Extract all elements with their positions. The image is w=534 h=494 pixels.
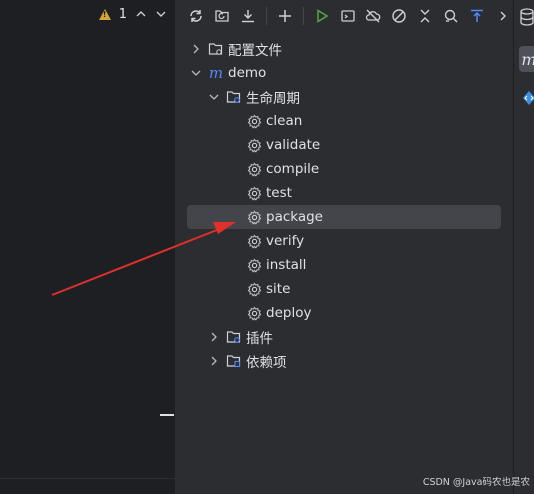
tree-item-label: 配置文件	[228, 43, 282, 59]
tree-item-profiles[interactable]: 配置文件	[190, 37, 282, 61]
run-icon[interactable]	[312, 6, 332, 26]
maven-tool-window: 配置文件 m demo 生命周期 clean validate compile …	[176, 0, 513, 494]
warning-count: 1	[118, 6, 127, 22]
database-icon[interactable]	[520, 8, 534, 26]
chevron-up-icon[interactable]	[135, 8, 147, 20]
toolbar-separator	[302, 7, 304, 25]
tree-item-goal-selected[interactable]: package	[246, 205, 323, 229]
gear-icon	[246, 257, 262, 273]
tree-item-goal[interactable]: compile	[246, 157, 319, 181]
tree-item-label: 生命周期	[246, 91, 300, 107]
tree-item-label: package	[266, 209, 323, 225]
download-icon[interactable]	[238, 6, 258, 26]
tree-item-label: 依赖项	[246, 355, 287, 371]
chevron-down-icon[interactable]	[190, 67, 202, 79]
tree-item-project[interactable]: m demo	[190, 61, 266, 85]
gear-icon	[246, 209, 262, 225]
tree-item-label: test	[266, 185, 292, 201]
generate-sources-icon[interactable]	[212, 6, 232, 26]
maven-tool-button[interactable]: m	[519, 46, 534, 72]
chevron-right-icon[interactable]	[208, 331, 220, 343]
reload-icon[interactable]	[186, 6, 206, 26]
maven-toolbar	[176, 0, 513, 32]
folder-library-icon	[226, 353, 242, 369]
inspection-widget[interactable]: 1	[98, 4, 167, 24]
maven-m-icon: m	[208, 64, 224, 82]
tree-item-plugins[interactable]: 插件	[208, 325, 273, 349]
gear-icon	[246, 161, 262, 177]
show-diagram-icon[interactable]	[467, 6, 487, 26]
tree-item-label: 插件	[246, 331, 273, 347]
ai-assistant-icon[interactable]	[522, 90, 534, 106]
right-tool-strip: m	[513, 0, 534, 494]
maven-m-icon: m	[521, 50, 534, 69]
folder-gear-icon	[226, 89, 242, 105]
tree-item-dependencies[interactable]: 依赖项	[208, 349, 287, 373]
chevron-right-icon[interactable]	[208, 355, 220, 367]
tree-item-label: validate	[266, 137, 321, 153]
editor-bottom-bar	[0, 478, 175, 494]
gear-icon	[246, 281, 262, 297]
tree-item-goal[interactable]: deploy	[246, 301, 311, 325]
chevron-down-icon[interactable]	[155, 8, 167, 20]
offline-mode-icon[interactable]	[364, 6, 384, 26]
tree-item-goal[interactable]: validate	[246, 133, 320, 157]
gear-icon	[246, 185, 262, 201]
tree-item-goal[interactable]: site	[246, 277, 290, 301]
tree-item-goal[interactable]: clean	[246, 109, 302, 133]
tree-item-lifecycle[interactable]: 生命周期	[208, 85, 300, 109]
add-icon[interactable]	[275, 6, 295, 26]
gear-icon	[246, 305, 262, 321]
tree-item-goal[interactable]: verify	[246, 229, 304, 253]
tree-item-label: site	[266, 281, 291, 297]
toolbar-separator	[265, 7, 267, 25]
gear-icon	[246, 113, 262, 129]
warning-icon	[98, 8, 111, 20]
tree-item-goal[interactable]: test	[246, 181, 292, 205]
ide-window: 1	[0, 0, 534, 494]
selection-highlight	[187, 205, 501, 229]
gear-icon	[246, 233, 262, 249]
tree-item-label: install	[266, 257, 307, 273]
tree-item-label: compile	[266, 161, 320, 177]
editor-caret	[160, 414, 174, 416]
more-chevron-icon[interactable]	[493, 6, 513, 26]
collapse-all-icon[interactable]	[415, 6, 435, 26]
tree-item-goal[interactable]: install	[246, 253, 306, 277]
analyze-dependencies-icon[interactable]	[441, 6, 461, 26]
watermark: CSDN @Java码农也是农	[422, 477, 530, 488]
folder-plugin-icon	[226, 329, 242, 345]
tree-item-label: demo	[228, 65, 267, 81]
gear-icon	[246, 137, 262, 153]
editor-area[interactable]: 1	[0, 0, 176, 494]
tree-item-label: clean	[266, 113, 303, 129]
chevron-right-icon[interactable]	[190, 43, 202, 55]
folder-settings-icon	[208, 41, 224, 57]
execute-goal-icon[interactable]	[338, 6, 358, 26]
tree-item-label: verify	[266, 233, 305, 249]
tree-item-label: deploy	[266, 305, 312, 321]
chevron-down-icon[interactable]	[208, 91, 220, 103]
skip-tests-icon[interactable]	[389, 6, 409, 26]
